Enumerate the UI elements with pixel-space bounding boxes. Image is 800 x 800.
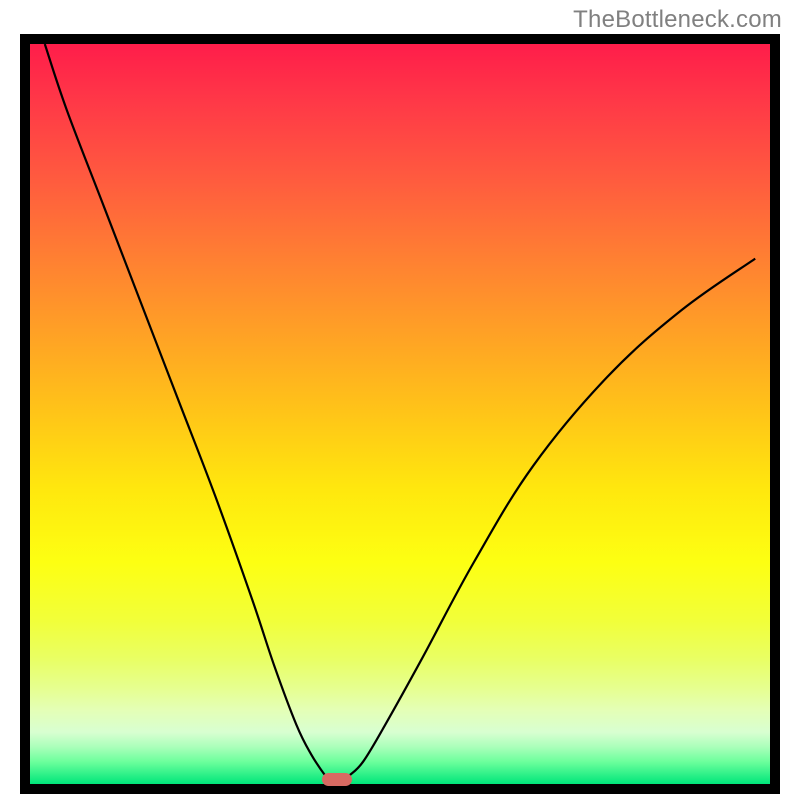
bottleneck-curve xyxy=(30,44,770,784)
curve-path xyxy=(45,44,755,784)
optimal-marker xyxy=(322,773,352,786)
plot-area xyxy=(20,34,780,794)
chart-frame: TheBottleneck.com xyxy=(0,0,800,800)
watermark-text: TheBottleneck.com xyxy=(573,6,782,34)
